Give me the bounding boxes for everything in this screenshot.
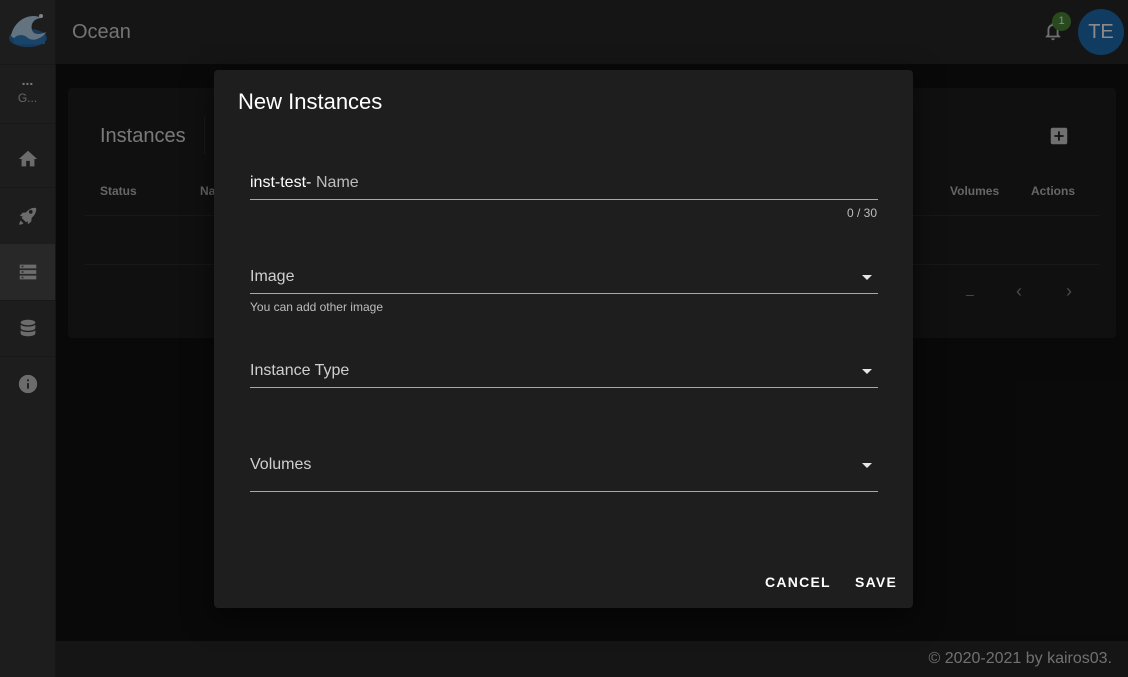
save-button[interactable]: SAVE bbox=[851, 566, 901, 598]
dialog-title: New Instances bbox=[238, 89, 383, 114]
volumes-select[interactable]: Volumes bbox=[250, 452, 878, 492]
name-prefix: inst-test- bbox=[250, 174, 312, 191]
name-counter: 0 / 30 bbox=[847, 206, 878, 220]
instance-type-underline bbox=[250, 387, 878, 388]
image-underline bbox=[250, 293, 878, 294]
image-hint: You can add other image bbox=[250, 300, 383, 314]
name-field[interactable]: inst-test- Name bbox=[250, 170, 878, 206]
chevron-down-icon bbox=[862, 275, 872, 280]
volumes-underline bbox=[250, 491, 878, 492]
name-input[interactable]: Name bbox=[316, 174, 359, 192]
chevron-down-icon bbox=[862, 463, 872, 468]
chevron-down-icon bbox=[862, 369, 872, 374]
volumes-label: Volumes bbox=[250, 456, 312, 473]
image-select[interactable]: Image bbox=[250, 264, 878, 300]
instance-type-label: Instance Type bbox=[250, 362, 350, 379]
name-underline bbox=[250, 199, 878, 200]
new-instances-dialog: New Instances inst-test- Name 0 / 30 Ima… bbox=[214, 70, 913, 608]
instance-type-select[interactable]: Instance Type bbox=[250, 358, 878, 394]
cancel-button[interactable]: CANCEL bbox=[761, 566, 835, 598]
image-label: Image bbox=[250, 268, 295, 285]
